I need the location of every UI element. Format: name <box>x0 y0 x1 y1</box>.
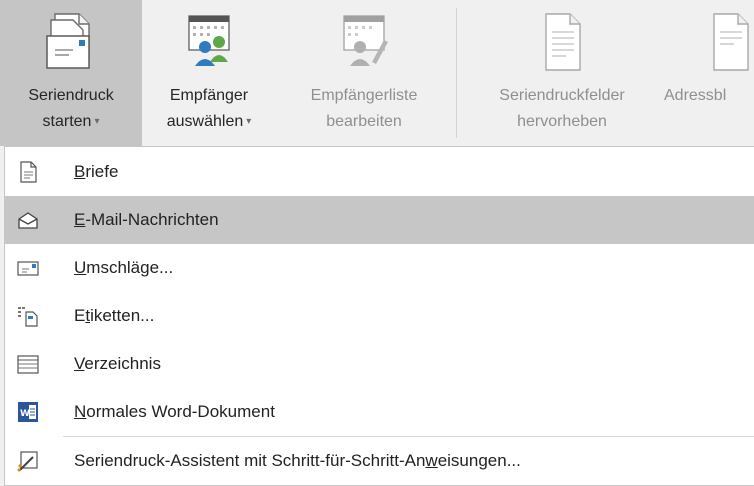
menu-item-letters-label: Briefe <box>74 162 119 181</box>
start-mail-merge-label-2: starten ▾ <box>42 113 100 130</box>
envelopes-icon <box>17 261 39 276</box>
menu-item-normal-word-document-label: Normales Word-Dokument <box>74 402 275 421</box>
highlight-merge-fields-icon <box>545 13 581 71</box>
mailings-ribbon: Seriendruck starten ▾ Empfänger auswählen… <box>0 0 754 146</box>
address-block-label-1: Adressbl <box>664 87 727 104</box>
menu-item-mail-merge-wizard[interactable]: Seriendruck-Assistent mit Schritt-für-Sc… <box>5 437 754 485</box>
email-envelope-icon <box>18 212 38 229</box>
address-block-button[interactable]: Adressbl <box>662 0 754 146</box>
mail-merge-start-icon <box>46 13 90 69</box>
letters-icon <box>20 161 37 183</box>
svg-text:W: W <box>20 409 30 419</box>
menu-item-mail-merge-wizard-label: Seriendruck-Assistent mit Schritt-für-Sc… <box>74 451 521 470</box>
menu-item-normal-word-document[interactable]: W Normales Word-Dokument <box>5 388 754 436</box>
edit-recipient-list-label-2: bearbeiten <box>326 113 402 130</box>
menu-item-email-messages[interactable]: E-Mail-Nachrichten <box>5 196 754 244</box>
ribbon-group-separator <box>456 8 457 138</box>
address-block-icon <box>713 13 749 71</box>
word-document-icon: W <box>18 402 38 422</box>
menu-item-labels-label: Etiketten... <box>74 306 155 325</box>
select-recipients-label-1: Empfänger <box>169 87 249 104</box>
highlight-merge-fields-button[interactable]: Seriendruckfelder hervorheben <box>462 0 662 146</box>
dropdown-caret-icon: ▾ <box>94 116 100 127</box>
edit-recipient-list-label-1: Empfängerliste <box>310 87 418 104</box>
mail-merge-wizard-icon <box>17 451 38 472</box>
start-mail-merge-label-1: Seriendruck <box>28 87 114 104</box>
select-recipients-button[interactable]: Empfänger auswählen ▾ <box>144 0 274 146</box>
start-mail-merge-button[interactable]: Seriendruck starten ▾ <box>0 0 142 146</box>
menu-item-labels[interactable]: Etiketten... <box>5 292 754 340</box>
menu-item-directory[interactable]: Verzeichnis <box>5 340 754 388</box>
menu-item-letters[interactable]: Briefe <box>5 148 754 196</box>
dropdown-caret-icon: ▾ <box>246 116 252 127</box>
labels-icon <box>18 307 38 327</box>
start-mail-merge-dropdown-menu: Briefe E-Mail-Nachrichten Umschläge... E… <box>4 146 754 486</box>
highlight-merge-fields-label-1: Seriendruckfelder <box>499 87 625 104</box>
directory-icon <box>17 355 39 374</box>
menu-item-directory-label: Verzeichnis <box>74 354 161 373</box>
select-recipients-label-2: auswählen ▾ <box>166 113 252 130</box>
menu-item-envelopes-label: Umschläge... <box>74 258 174 277</box>
menu-item-envelopes[interactable]: Umschläge... <box>5 244 754 292</box>
edit-recipient-list-icon <box>343 15 388 66</box>
highlight-merge-fields-label-2: hervorheben <box>517 113 607 130</box>
select-recipients-icon <box>188 15 230 66</box>
menu-item-email-messages-label: E-Mail-Nachrichten <box>74 210 219 229</box>
edit-recipient-list-button[interactable]: Empfängerliste bearbeiten <box>280 0 448 146</box>
